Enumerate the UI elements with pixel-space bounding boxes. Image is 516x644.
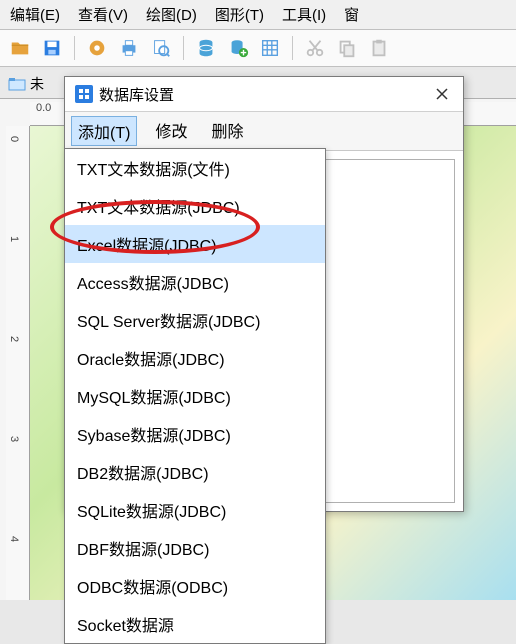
- main-toolbar: [0, 30, 516, 67]
- ruler-tick: 2: [8, 336, 20, 342]
- dropdown-item-dbf-jdbc[interactable]: DBF数据源(JDBC): [65, 529, 325, 567]
- dialog-title: 数据库设置: [99, 84, 174, 105]
- dropdown-item-odbc[interactable]: ODBC数据源(ODBC): [65, 567, 325, 605]
- tab-icon: [8, 77, 26, 91]
- dialog-menubar: 添加(T) 修改 删除: [65, 112, 463, 151]
- dropdown-item-sybase-jdbc[interactable]: Sybase数据源(JDBC): [65, 415, 325, 453]
- tab-label[interactable]: 未: [30, 74, 44, 94]
- menu-draw[interactable]: 绘图(D): [146, 4, 197, 25]
- copy-icon[interactable]: [335, 36, 359, 60]
- dropdown-item-db2-jdbc[interactable]: DB2数据源(JDBC): [65, 453, 325, 491]
- menu-window[interactable]: 窗: [344, 4, 359, 25]
- menu-shape[interactable]: 图形(T): [215, 4, 264, 25]
- preview-icon[interactable]: [149, 36, 173, 60]
- ruler-tick: 4: [8, 536, 20, 542]
- gear-icon[interactable]: [85, 36, 109, 60]
- save-icon[interactable]: [40, 36, 64, 60]
- dropdown-item-oracle-jdbc[interactable]: Oracle数据源(JDBC): [65, 339, 325, 377]
- open-icon[interactable]: [8, 36, 32, 60]
- dropdown-item-socket[interactable]: Socket数据源: [65, 605, 325, 643]
- grid-icon[interactable]: [258, 36, 282, 60]
- menu-tool[interactable]: 工具(I): [282, 4, 326, 25]
- dropdown-item-access-jdbc[interactable]: Access数据源(JDBC): [65, 263, 325, 301]
- dropdown-item-sqlserver-jdbc[interactable]: SQL Server数据源(JDBC): [65, 301, 325, 339]
- ruler-vertical: 0 1 2 3 4: [6, 126, 30, 600]
- ruler-tick: 3: [8, 436, 20, 442]
- dialog-menu-modify[interactable]: 修改: [155, 118, 187, 144]
- paste-icon[interactable]: [367, 36, 391, 60]
- dialog-titlebar: 数据库设置: [65, 77, 463, 112]
- dialog-menu-add[interactable]: 添加(T): [71, 116, 137, 146]
- main-menubar: 编辑(E) 查看(V) 绘图(D) 图形(T) 工具(I) 窗: [0, 0, 516, 30]
- ruler-tick: 1: [8, 236, 20, 242]
- database-add-icon[interactable]: [226, 36, 250, 60]
- dropdown-item-mysql-jdbc[interactable]: MySQL数据源(JDBC): [65, 377, 325, 415]
- menu-edit[interactable]: 编辑(E): [10, 4, 60, 25]
- dialog-app-icon: [75, 85, 93, 103]
- menu-view[interactable]: 查看(V): [78, 4, 128, 25]
- cut-icon[interactable]: [303, 36, 327, 60]
- dropdown-item-txt-jdbc[interactable]: TXT文本数据源(JDBC): [65, 187, 325, 225]
- database-icon[interactable]: [194, 36, 218, 60]
- dropdown-item-excel-jdbc[interactable]: Excel数据源(JDBC): [65, 225, 325, 263]
- add-datasource-dropdown: TXT文本数据源(文件) TXT文本数据源(JDBC) Excel数据源(JDB…: [64, 148, 326, 644]
- dropdown-item-txt-file[interactable]: TXT文本数据源(文件): [65, 149, 325, 187]
- ruler-tick: 0.0: [36, 102, 51, 114]
- dialog-menu-delete[interactable]: 删除: [211, 118, 243, 144]
- ruler-tick: 0: [8, 136, 20, 142]
- print-icon[interactable]: [117, 36, 141, 60]
- close-icon[interactable]: [431, 83, 453, 105]
- dropdown-item-sqlite-jdbc[interactable]: SQLite数据源(JDBC): [65, 491, 325, 529]
